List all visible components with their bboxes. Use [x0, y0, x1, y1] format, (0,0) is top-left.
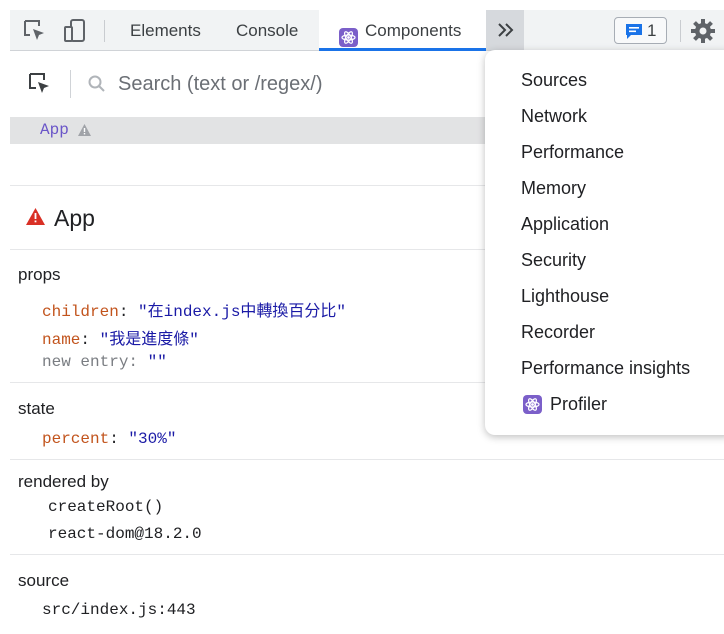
search-input[interactable]: [118, 70, 478, 98]
prop-key: children: [42, 303, 119, 321]
source-location[interactable]: src/index.js:443: [42, 601, 196, 619]
tab-console[interactable]: Console: [236, 10, 298, 50]
menu-item-memory[interactable]: Memory: [521, 178, 586, 199]
issues-badge-button[interactable]: 1: [614, 17, 667, 44]
divider: [10, 554, 724, 555]
devtools-toolbar: Elements Console Components 1: [10, 10, 724, 51]
rendered-by-label: rendered by: [18, 472, 109, 491]
new-entry-value[interactable]: "": [148, 353, 167, 371]
error-icon: [25, 207, 46, 226]
menu-item-network[interactable]: Network: [521, 106, 587, 127]
warning-icon: [77, 123, 92, 137]
menu-item-application[interactable]: Application: [521, 214, 609, 235]
prop-row-name[interactable]: name: "我是進度條": [42, 325, 199, 349]
state-label: state: [18, 399, 55, 418]
menu-item-lighthouse[interactable]: Lighthouse: [521, 286, 609, 307]
search-icon: [87, 74, 107, 94]
inspect-component-icon[interactable]: [28, 72, 52, 96]
props-label: props: [18, 265, 61, 284]
menu-item-performance-insights[interactable]: Performance insights: [521, 358, 690, 379]
rendered-by-item[interactable]: react-dom@18.2.0: [48, 525, 202, 543]
tab-elements[interactable]: Elements: [130, 10, 201, 50]
element-picker-icon[interactable]: [22, 18, 48, 44]
double-chevron-right-icon: [498, 23, 514, 37]
state-value: "30%": [128, 430, 177, 448]
search-separator: [70, 70, 71, 98]
menu-item-performance[interactable]: Performance: [521, 142, 624, 163]
react-icon: [339, 21, 358, 47]
toolbar-separator: [680, 20, 681, 42]
component-title: App: [54, 205, 95, 231]
menu-item-recorder[interactable]: Recorder: [521, 322, 595, 343]
message-icon: [626, 24, 642, 39]
source-label: source: [18, 571, 70, 590]
more-tabs-menu: Sources Network Performance Memory Appli…: [485, 50, 724, 435]
prop-key: name: [42, 331, 81, 349]
menu-item-profiler-label: Profiler: [550, 394, 608, 414]
prop-row-new-entry[interactable]: new entry: "": [42, 353, 167, 371]
device-toolbar-icon[interactable]: [62, 18, 88, 44]
tree-row-label: App: [40, 121, 69, 139]
gear-icon[interactable]: [690, 18, 716, 44]
new-entry-key[interactable]: new entry: [42, 353, 128, 371]
tab-components-label: Components: [365, 21, 462, 40]
issues-count: 1: [647, 21, 657, 40]
rendered-by-item[interactable]: createRoot(): [48, 498, 163, 516]
state-key: percent: [42, 430, 110, 448]
menu-item-sources[interactable]: Sources: [521, 70, 587, 91]
more-tabs-button[interactable]: [486, 10, 524, 50]
toolbar-separator: [104, 20, 105, 42]
state-row-percent[interactable]: percent: "30%": [42, 430, 176, 448]
divider: [10, 459, 724, 460]
menu-item-security[interactable]: Security: [521, 250, 586, 271]
tab-components[interactable]: Components: [319, 10, 486, 51]
prop-value: "在index.js中轉換百分比": [138, 303, 347, 321]
prop-row-children[interactable]: children: "在index.js中轉換百分比": [42, 297, 346, 321]
prop-value: "我是進度條": [99, 331, 199, 349]
react-icon: [523, 395, 542, 414]
